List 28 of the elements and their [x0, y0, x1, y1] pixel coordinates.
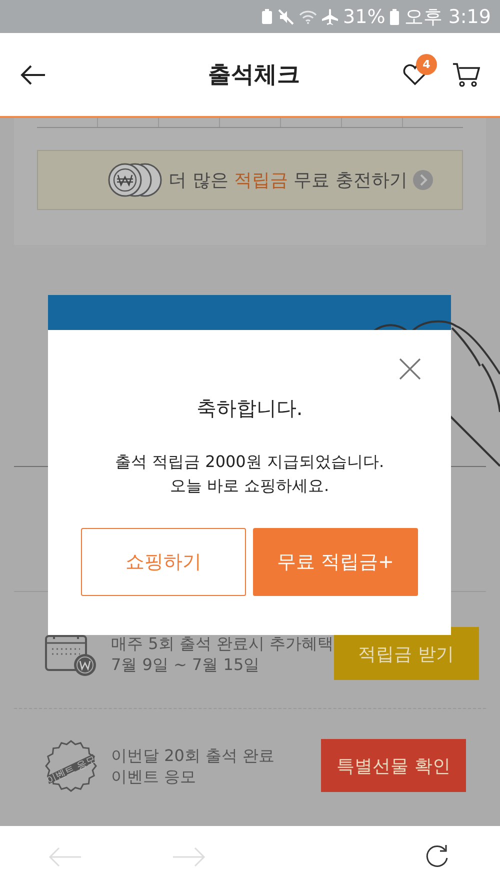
wifi-icon: [299, 10, 318, 24]
free-points-banner[interactable]: 더 많은 적립금 무료 충전하기: [37, 150, 463, 210]
benefit-button[interactable]: 특별선물 확인: [321, 739, 466, 792]
event-stamp-drawing: 이벤트 응모: [45, 740, 97, 792]
dialog-message: 오늘 바로 쇼핑하세요.: [168, 475, 330, 497]
mute-icon: [278, 8, 294, 24]
shopping-button[interactable]: 쇼핑하기: [81, 528, 246, 596]
battery-saver-icon: [261, 8, 274, 24]
close-icon[interactable]: [399, 358, 421, 380]
coins-icon: [106, 162, 163, 198]
wishlist-count-badge: 4: [416, 54, 437, 74]
battery-percentage: 31%: [343, 6, 386, 28]
page-title: 출석체크: [207, 61, 301, 90]
chevron-circle-icon: [413, 170, 434, 190]
cart-icon[interactable]: [452, 62, 480, 88]
benefit-text: 7월 9일 ~ 7월 15일: [111, 654, 261, 674]
dialog-title: 축하합니다.: [196, 395, 303, 422]
refresh-icon[interactable]: [424, 844, 450, 870]
benefit-text: 이번달 20회 출석 완료: [111, 744, 276, 766]
benefit-text: 이벤트 응모: [111, 766, 198, 786]
benefit-text: 매주 5회 출석 완료시 추가혜택: [111, 632, 334, 654]
banner-text: 더 많은 적립금 무료 충전하기: [168, 169, 408, 192]
free-points-button[interactable]: 무료 적립금+: [253, 528, 418, 596]
dialog-message: 출석 적립금 2000원 지급되었습니다.: [114, 451, 384, 473]
back-arrow-icon[interactable]: [20, 64, 46, 84]
battery-icon: [390, 8, 400, 24]
clock: 오후 3:19: [404, 4, 491, 30]
airplane-icon: [322, 8, 338, 24]
